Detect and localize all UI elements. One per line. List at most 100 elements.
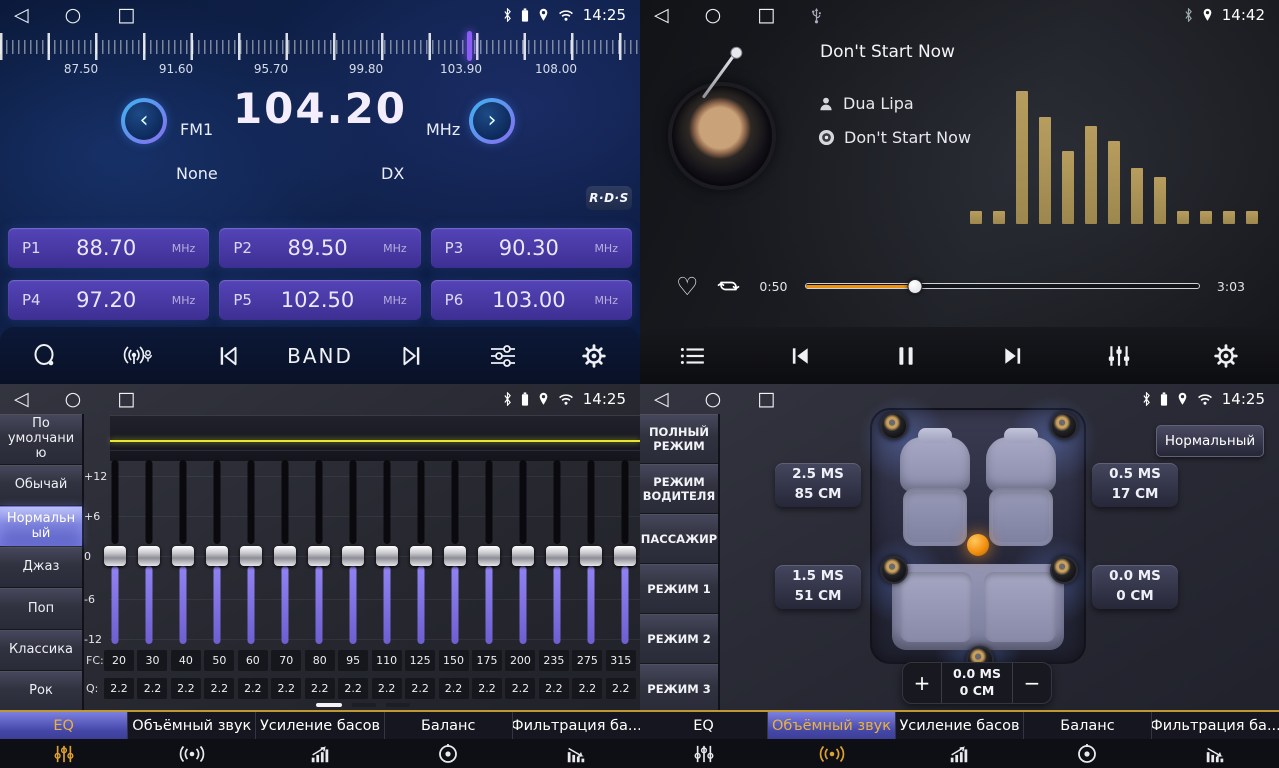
radio-preset-p4[interactable]: P4 97.20 MHz [8,280,209,320]
decrease-delay-button[interactable]: − [1013,663,1051,703]
settings-gear-icon[interactable] [1197,334,1255,378]
eq-preset-rock[interactable]: Рок [0,671,82,711]
eq-band-slider[interactable] [376,460,398,646]
eq-band-slider[interactable] [104,460,126,646]
eq-band-slider[interactable] [580,460,602,646]
q-value[interactable]: 2.2 [338,678,368,699]
nav-recents-icon[interactable]: □ [117,384,135,414]
bass-boost-icon[interactable] [256,739,384,768]
tab-balance[interactable]: Баланс [385,712,513,739]
pause-icon[interactable] [877,334,935,378]
q-value[interactable]: 2.2 [472,678,502,699]
equalizer-icon[interactable] [1090,334,1148,378]
eq-preset-pop[interactable]: Поп [0,588,82,628]
nav-back-icon[interactable]: ◁ [14,0,29,30]
q-value[interactable]: 2.2 [271,678,301,699]
fc-value[interactable]: 275 [572,650,602,671]
next-track-icon[interactable] [984,334,1042,378]
fc-value[interactable]: 235 [539,650,569,671]
tab-eq[interactable]: EQ [0,712,128,739]
fc-value[interactable]: 175 [472,650,502,671]
eq-band-slider[interactable] [308,460,330,646]
mode-driver[interactable]: РЕЖИМ ВОДИТЕЛЯ [640,464,718,513]
q-value[interactable]: 2.2 [238,678,268,699]
eq-band-slider[interactable] [342,460,364,646]
fc-value[interactable]: 150 [439,650,469,671]
fc-value[interactable]: 50 [204,650,234,671]
fc-value[interactable]: 80 [305,650,335,671]
rear-right-delay-button[interactable]: 0.0 MS 0 CM [1092,565,1178,609]
playlist-icon[interactable] [664,334,722,378]
eq-band-slider[interactable] [410,460,432,646]
eq-sliders-icon[interactable] [0,739,128,768]
balance-icon[interactable] [1023,739,1151,768]
seek-thumb[interactable] [908,279,923,294]
tab-surround[interactable]: Объёмный звук [768,712,896,739]
fc-value[interactable]: 110 [372,650,402,671]
tab-bass-boost[interactable]: Усиление басов [256,712,384,739]
eq-band-slider[interactable] [206,460,228,646]
eq-band-slider[interactable] [138,460,160,646]
q-value[interactable]: 2.2 [104,678,134,699]
listening-position-indicator[interactable] [967,534,989,556]
q-value[interactable]: 2.2 [572,678,602,699]
eq-preset-jazz[interactable]: Джаз [0,547,82,587]
tab-filter[interactable]: Фильтрация ба... [513,712,640,739]
rear-left-delay-button[interactable]: 1.5 MS 51 CM [775,565,861,609]
nav-back-icon[interactable]: ◁ [654,384,669,414]
fc-value[interactable]: 70 [271,650,301,671]
nav-home-icon[interactable]: ○ [705,0,722,30]
bass-boost-icon[interactable] [896,739,1024,768]
nav-back-icon[interactable]: ◁ [14,384,29,414]
eq-band-slider[interactable] [478,460,500,646]
fc-value[interactable]: 30 [137,650,167,671]
fc-value[interactable]: 315 [606,650,636,671]
surround-sound-icon[interactable] [128,739,256,768]
tune-down-button[interactable]: ‹ [121,98,167,144]
nav-home-icon[interactable]: ○ [705,384,722,414]
fc-value[interactable]: 125 [405,650,435,671]
tab-surround[interactable]: Объёмный звук [128,712,256,739]
broadcast-icon[interactable] [108,334,166,378]
tab-bass-boost[interactable]: Усиление басов [896,712,1024,739]
q-value[interactable]: 2.2 [372,678,402,699]
sound-preset-button[interactable]: Нормальный [1156,425,1264,457]
next-station-icon[interactable] [382,334,440,378]
radio-preset-p6[interactable]: P6 103.00 MHz [431,280,632,320]
radio-preset-p5[interactable]: P5 102.50 MHz [219,280,420,320]
previous-station-icon[interactable] [200,334,258,378]
nav-recents-icon[interactable]: □ [757,0,775,30]
radio-preset-p1[interactable]: P1 88.70 MHz [8,228,209,268]
eq-sliders-icon[interactable] [640,739,768,768]
q-value[interactable]: 2.2 [539,678,569,699]
mode-full[interactable]: ПОЛНЫЙ РЕЖИМ [640,414,718,463]
fc-value[interactable]: 200 [505,650,535,671]
fc-value[interactable]: 95 [338,650,368,671]
tab-eq[interactable]: EQ [640,712,768,739]
eq-band-slider[interactable] [444,460,466,646]
eq-preset-normal[interactable]: Нормальный [0,506,82,546]
eq-band-slider[interactable] [240,460,262,646]
q-value[interactable]: 2.2 [204,678,234,699]
q-value[interactable]: 2.2 [405,678,435,699]
eq-preset-custom[interactable]: Обычай [0,465,82,505]
eq-preset-default[interactable]: По умолчанию [0,414,82,464]
frequency-scale[interactable] [0,33,640,60]
front-right-delay-button[interactable]: 0.5 MS 17 CM [1092,463,1178,507]
band-button[interactable]: BAND [291,334,349,378]
balance-icon[interactable] [384,739,512,768]
seek-bar[interactable] [805,278,1200,294]
eq-band-slider[interactable] [274,460,296,646]
nav-recents-icon[interactable]: □ [117,0,135,30]
increase-delay-button[interactable]: + [903,663,941,703]
mode-passenger[interactable]: ПАССАЖИР [640,514,718,563]
fc-value[interactable]: 60 [238,650,268,671]
mode-1[interactable]: РЕЖИМ 1 [640,564,718,613]
tab-balance[interactable]: Баланс [1024,712,1152,739]
tune-up-button[interactable]: › [469,98,515,144]
nav-recents-icon[interactable]: □ [757,384,775,414]
nav-home-icon[interactable]: ○ [65,384,82,414]
filter-icon[interactable] [512,739,640,768]
surround-sound-icon[interactable] [768,739,896,768]
scan-icon[interactable] [17,334,75,378]
